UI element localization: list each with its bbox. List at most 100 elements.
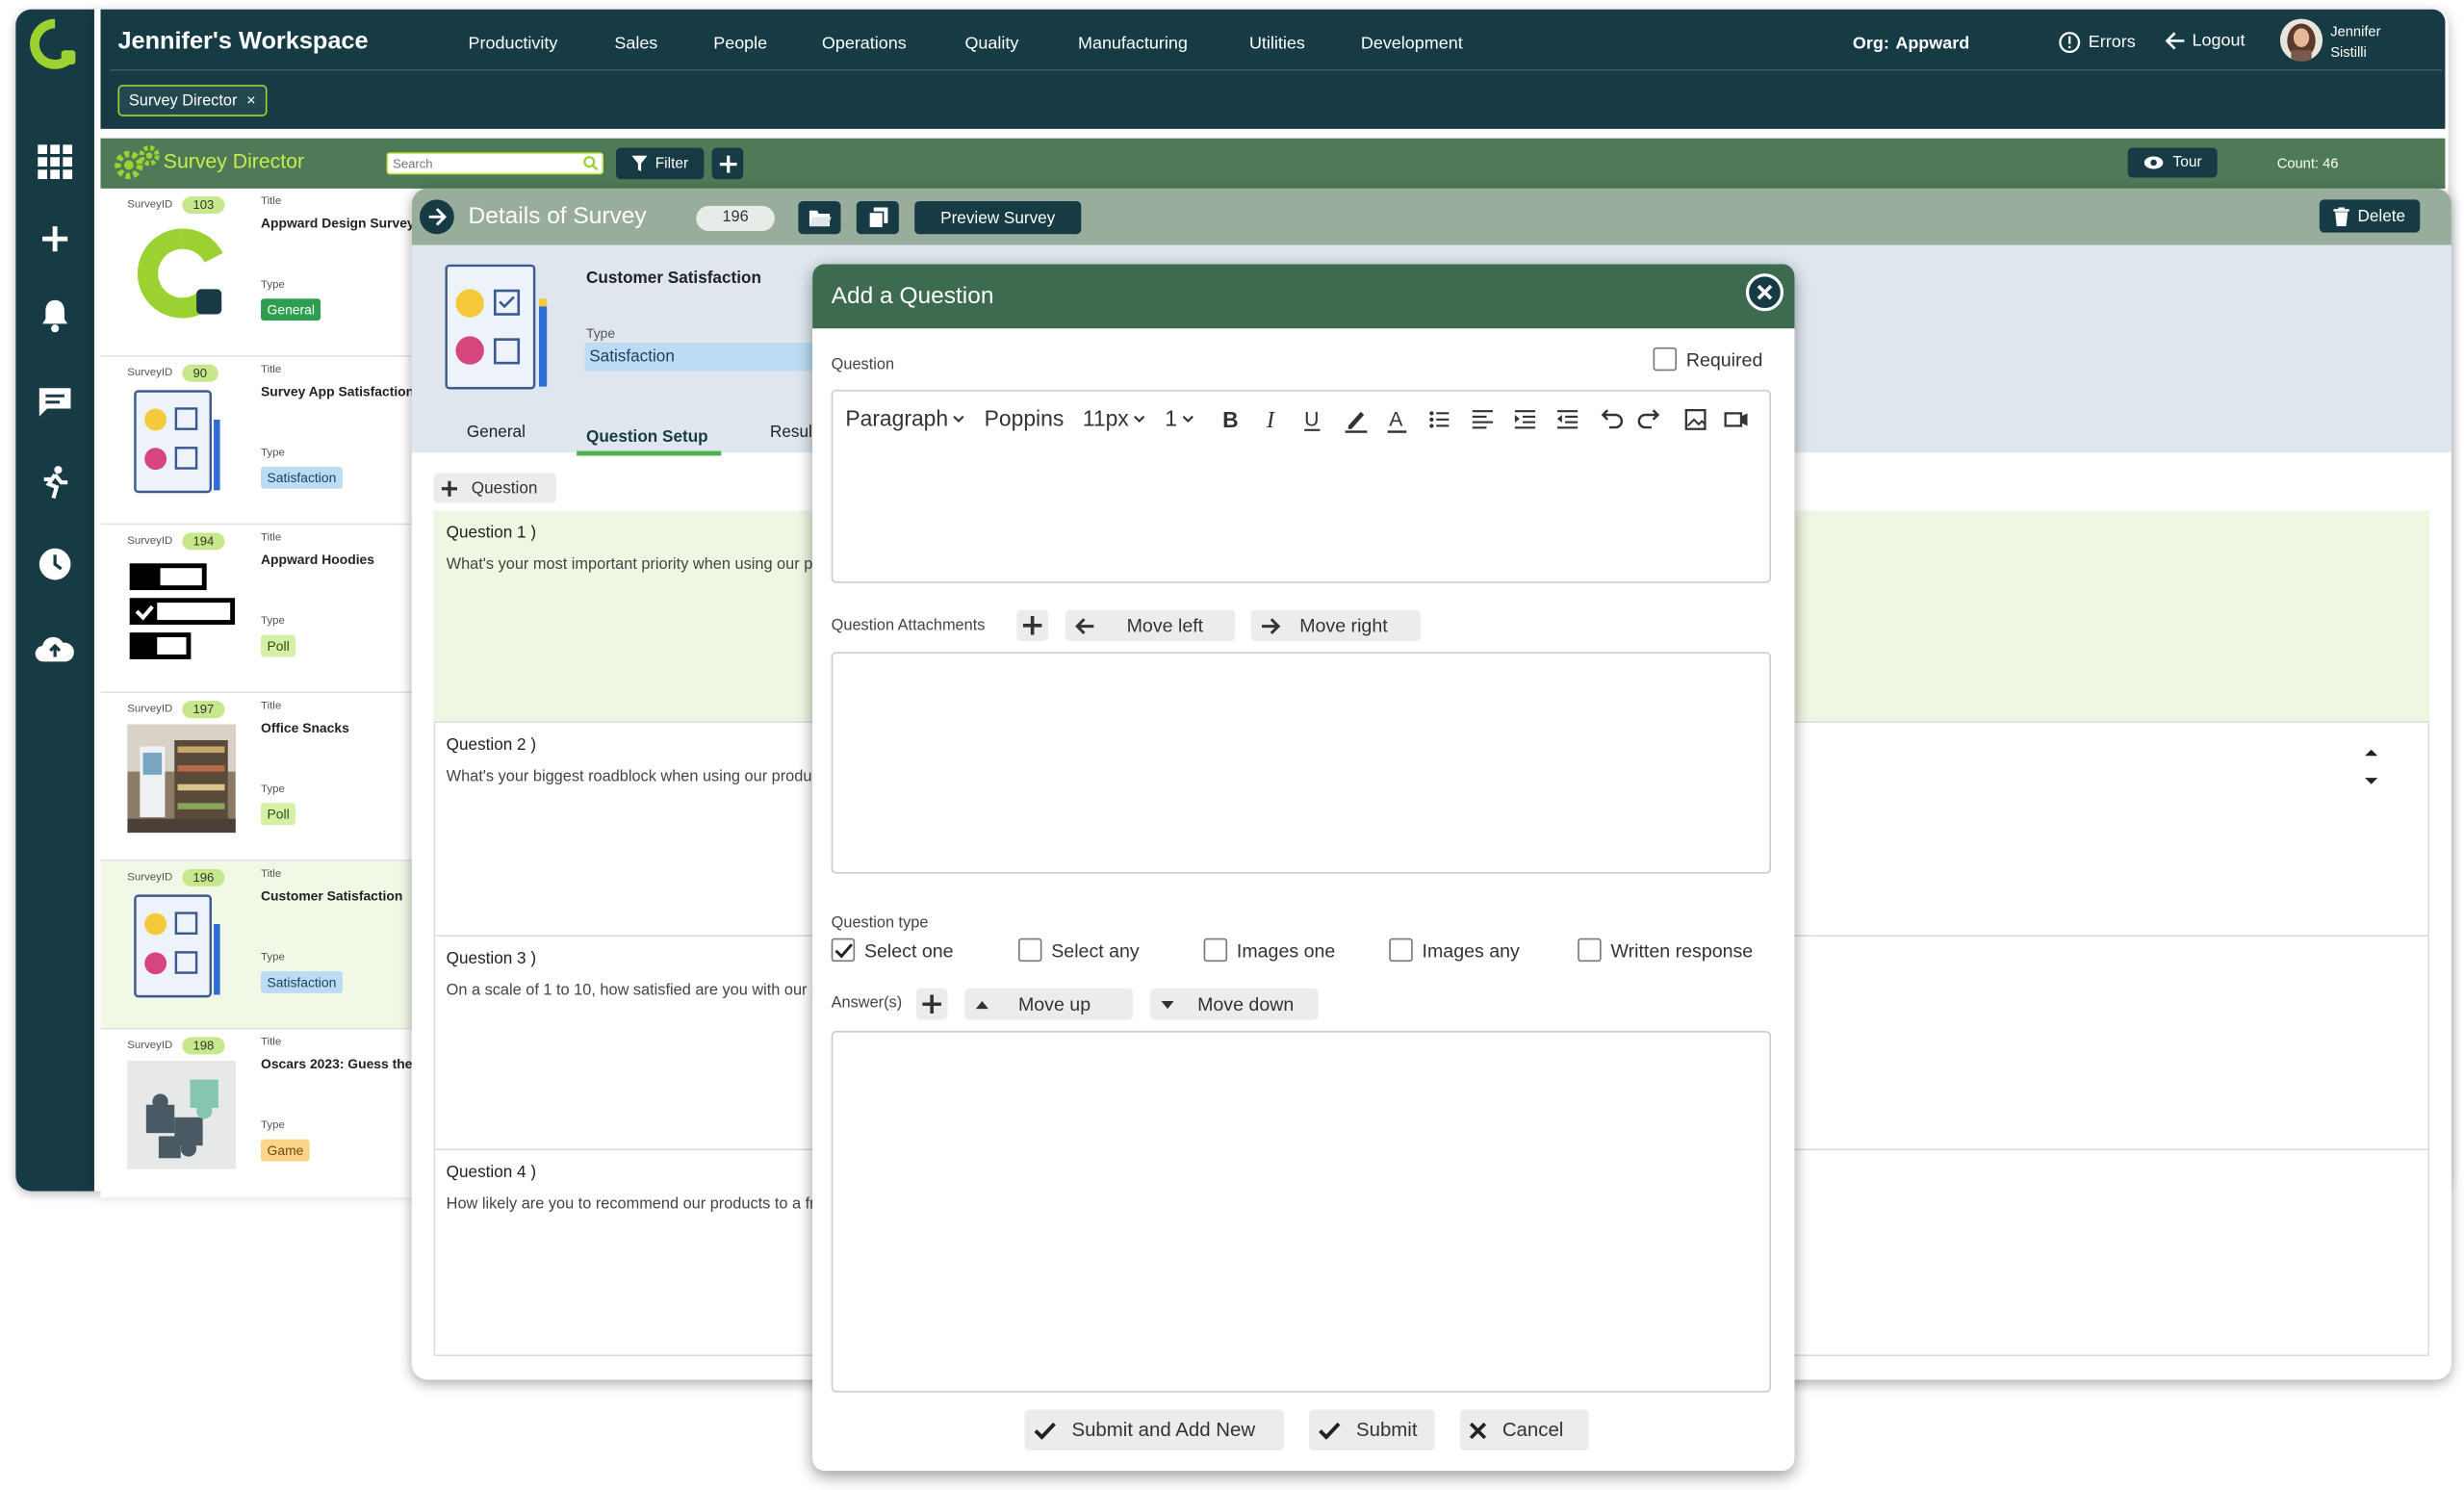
- menu-utilities[interactable]: Utilities: [1249, 35, 1305, 54]
- filter-button[interactable]: Filter: [615, 147, 705, 180]
- open-folder-button[interactable]: [798, 200, 841, 235]
- survey-card[interactable]: SurveyID 198 Title Oscars 2023: Guess the…: [100, 1029, 416, 1198]
- tour-button[interactable]: Tour: [2127, 147, 2218, 178]
- title-label: Title: [261, 196, 282, 208]
- survey-card[interactable]: SurveyID 103 Title Appward Design Survey …: [100, 188, 416, 357]
- collapse-button[interactable]: [419, 199, 454, 235]
- checkbox-checked[interactable]: [831, 938, 856, 963]
- tab-general[interactable]: General: [467, 423, 526, 442]
- font-family-select[interactable]: Poppins: [985, 405, 1065, 430]
- appward-logo[interactable]: [15, 18, 94, 69]
- block-format-select[interactable]: Paragraph: [845, 405, 965, 430]
- title-label: Title: [261, 364, 282, 376]
- menu-manufacturing[interactable]: Manufacturing: [1078, 35, 1188, 54]
- delete-label: Delete: [2357, 206, 2406, 226]
- reorder-arrows-icon[interactable]: [2364, 745, 2379, 789]
- type-select-any[interactable]: Select any: [1017, 938, 1140, 963]
- add-question-modal: Add a Question Question Required Paragra…: [812, 264, 1795, 1472]
- survey-id-badge: 196: [182, 868, 225, 886]
- avatar[interactable]: [2279, 18, 2323, 62]
- survey-image[interactable]: [442, 261, 555, 400]
- user-first-name: Jennifer: [2330, 23, 2381, 39]
- survey-id-label: SurveyID: [127, 535, 173, 548]
- move-down-button[interactable]: Move down: [1150, 988, 1319, 1020]
- errors-button[interactable]: Errors: [2059, 32, 2136, 54]
- font-size-select[interactable]: 11px: [1083, 405, 1146, 430]
- office-snacks-photo: [127, 724, 236, 834]
- move-right-button[interactable]: Move right: [1250, 609, 1421, 642]
- plus-icon[interactable]: [15, 223, 94, 255]
- title-label: Title: [261, 701, 282, 712]
- preview-survey-button[interactable]: Preview Survey: [914, 200, 1082, 235]
- copy-button[interactable]: [856, 200, 899, 235]
- add-answer-button[interactable]: [915, 988, 948, 1020]
- delete-button[interactable]: Delete: [2319, 199, 2421, 233]
- tab-results[interactable]: Results: [770, 423, 814, 442]
- menu-operations[interactable]: Operations: [822, 35, 907, 54]
- appward-logo-thumbnail: [127, 220, 237, 330]
- close-icon[interactable]: ×: [246, 92, 256, 110]
- search-icon[interactable]: [583, 156, 599, 171]
- submit-and-add-new-label: Submit and Add New: [1071, 1419, 1256, 1442]
- editor-toolbar: Paragraph Poppins 11px 1: [845, 402, 1194, 434]
- question-editor[interactable]: Paragraph Poppins 11px 1 B I U A: [831, 389, 1771, 583]
- submit-label: Submit: [1355, 1419, 1418, 1442]
- folder-open-icon: [808, 209, 831, 226]
- close-modal-button[interactable]: [1745, 273, 1784, 312]
- required-checkbox[interactable]: Required: [1653, 347, 1762, 372]
- menu-sales[interactable]: Sales: [614, 35, 657, 54]
- editor-format-icons: B I U A: [1222, 407, 1748, 433]
- search-box[interactable]: [386, 152, 603, 175]
- logout-button[interactable]: Logout: [2165, 32, 2245, 50]
- type-images-one[interactable]: Images one: [1203, 938, 1335, 963]
- survey-card[interactable]: SurveyID 197 Title Office Snacks Type Pol…: [100, 692, 416, 861]
- checkbox[interactable]: [1017, 938, 1042, 963]
- menu-quality[interactable]: Quality: [964, 35, 1018, 54]
- type-label: Type: [261, 615, 285, 628]
- required-checkbox-box[interactable]: [1653, 347, 1678, 372]
- grid-icon[interactable]: [15, 144, 94, 180]
- menu-productivity[interactable]: Productivity: [469, 35, 558, 54]
- filter-icon: [631, 155, 648, 171]
- add-survey-button[interactable]: [711, 147, 744, 180]
- add-question-button[interactable]: Question: [433, 473, 556, 503]
- checkbox[interactable]: [1389, 938, 1413, 963]
- menu-people[interactable]: People: [713, 35, 767, 54]
- checkbox[interactable]: [1578, 938, 1602, 963]
- type-badge: Game: [261, 1139, 310, 1162]
- tab-question-setup[interactable]: Question Setup: [586, 427, 708, 447]
- survey-card-selected[interactable]: SurveyID 196 Title Customer Satisfaction …: [100, 861, 416, 1030]
- close-icon: [1469, 1422, 1487, 1439]
- arrow-left-icon: [1075, 617, 1094, 634]
- active-tab-underline: [577, 450, 722, 456]
- answers-area[interactable]: [831, 1031, 1771, 1393]
- survey-id-label: SurveyID: [127, 368, 173, 379]
- cancel-button[interactable]: Cancel: [1459, 1409, 1589, 1451]
- run-icon[interactable]: [15, 465, 94, 500]
- type-images-any[interactable]: Images any: [1389, 938, 1520, 963]
- submit-button[interactable]: Submit: [1308, 1409, 1435, 1451]
- search-input[interactable]: [386, 152, 603, 175]
- type-written-response[interactable]: Written response: [1578, 938, 1753, 963]
- clock-icon[interactable]: [15, 547, 94, 581]
- cloud-upload-icon[interactable]: [15, 631, 94, 663]
- checkbox[interactable]: [1203, 938, 1228, 963]
- type-badge: Satisfaction: [261, 466, 343, 489]
- move-up-button[interactable]: Move up: [964, 988, 1134, 1020]
- survey-card[interactable]: SurveyID 90 Title Survey App Satisfaction…: [100, 356, 416, 526]
- survey-card[interactable]: SurveyID 194 Title Appward Hoodies Type P…: [100, 525, 416, 693]
- tab-survey-director[interactable]: Survey Director ×: [117, 85, 268, 116]
- survey-id-badge: 103: [182, 196, 225, 215]
- chat-icon[interactable]: [15, 387, 94, 419]
- attachments-area[interactable]: [831, 652, 1771, 874]
- attachments-label: Question Attachments: [831, 617, 986, 635]
- type-field[interactable]: Satisfaction: [584, 342, 821, 372]
- question-label: Question: [831, 356, 895, 374]
- submit-and-add-new-button[interactable]: Submit and Add New: [1024, 1409, 1284, 1451]
- add-attachment-button[interactable]: [1016, 609, 1048, 642]
- line-height-select[interactable]: 1: [1165, 405, 1194, 430]
- move-left-button[interactable]: Move left: [1065, 609, 1236, 642]
- type-select-one[interactable]: Select one: [831, 938, 954, 963]
- menu-development[interactable]: Development: [1361, 35, 1463, 54]
- bell-icon[interactable]: [15, 298, 94, 333]
